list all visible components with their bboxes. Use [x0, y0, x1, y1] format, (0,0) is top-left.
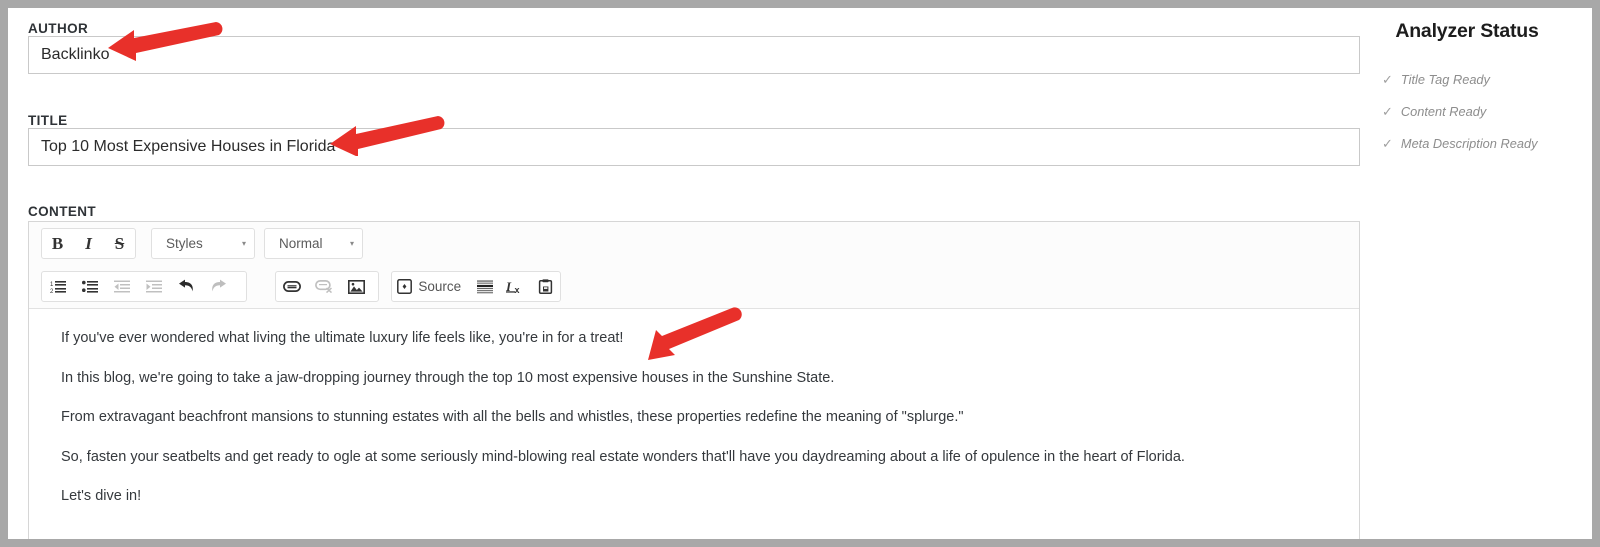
unlink-icon[interactable]	[308, 272, 340, 301]
rich-text-editor: B I S Styles ▾ Normal	[28, 221, 1360, 539]
check-icon: ✓	[1382, 136, 1393, 152]
editor-paragraph: From extravagant beachfront mansions to …	[29, 407, 1359, 447]
bulleted-list-icon[interactable]	[74, 272, 106, 301]
content-field-label: CONTENT	[28, 204, 96, 219]
check-icon: ✓	[1382, 104, 1393, 120]
page-root: AUTHOR Backlinko TITLE Top 10 Most Expen…	[8, 8, 1592, 539]
source-button-label[interactable]: Source	[416, 279, 470, 294]
status-item-label: Title Tag Ready	[1401, 72, 1490, 87]
editor-paragraph: Let's dive in!	[29, 486, 1359, 526]
styles-dropdown[interactable]: Styles ▾	[151, 228, 255, 259]
justify-icon[interactable]	[470, 272, 500, 301]
editor-content-body[interactable]: If you've ever wondered what living the …	[29, 310, 1359, 539]
bold-icon: B	[52, 234, 63, 254]
status-item-title-tag: ✓ Title Tag Ready	[1382, 72, 1490, 88]
text-format-button-group: B I S	[41, 228, 136, 259]
author-input[interactable]: Backlinko	[28, 36, 1360, 74]
source-tools-group: Source	[391, 271, 561, 302]
styles-dropdown-label: Styles	[166, 236, 203, 251]
title-field-label: TITLE	[28, 113, 68, 128]
increase-indent-icon[interactable]	[138, 272, 170, 301]
chevron-down-icon: ▾	[334, 240, 354, 248]
editor-toolbar-row-2: 1 2	[29, 265, 1359, 309]
italic-icon: I	[85, 234, 92, 254]
image-icon[interactable]	[340, 272, 372, 301]
italic-button[interactable]: I	[73, 229, 104, 258]
list-indent-history-group: 1 2	[41, 271, 247, 302]
screenshot-frame: AUTHOR Backlinko TITLE Top 10 Most Expen…	[0, 0, 1600, 547]
content-form-column: AUTHOR Backlinko TITLE Top 10 Most Expen…	[20, 8, 1360, 539]
editor-toolbar-row-1: B I S Styles ▾ Normal	[29, 222, 1359, 265]
strikethrough-icon: S	[115, 234, 124, 254]
undo-icon[interactable]	[170, 272, 202, 301]
editor-paragraph: So, fasten your seatbelts and get ready …	[29, 447, 1359, 487]
redo-icon[interactable]	[202, 272, 234, 301]
numbered-list-icon[interactable]: 1 2	[42, 272, 74, 301]
chevron-down-icon: ▾	[226, 240, 246, 248]
strikethrough-button[interactable]: S	[104, 229, 135, 258]
status-item-label: Meta Description Ready	[1401, 136, 1538, 151]
author-field-label: AUTHOR	[28, 21, 88, 36]
svg-text:x: x	[515, 285, 520, 294]
svg-text:1: 1	[50, 282, 54, 288]
link-icon[interactable]	[276, 272, 308, 301]
editor-paragraph: In this blog, we're going to take a jaw-…	[29, 368, 1359, 408]
status-item-content: ✓ Content Ready	[1382, 104, 1486, 120]
source-icon[interactable]	[392, 272, 416, 301]
analyzer-status-panel: Analyzer Status ✓ Title Tag Ready ✓ Cont…	[1372, 8, 1592, 539]
svg-text:2: 2	[50, 289, 54, 294]
paragraph-format-label: Normal	[279, 236, 323, 251]
check-icon: ✓	[1382, 72, 1393, 88]
bold-button[interactable]: B	[42, 229, 73, 258]
insert-button-group	[275, 271, 379, 302]
paragraph-format-dropdown[interactable]: Normal ▾	[264, 228, 363, 259]
status-item-label: Content Ready	[1401, 104, 1486, 119]
editor-paragraph: If you've ever wondered what living the …	[29, 328, 1359, 368]
remove-format-icon[interactable]: I x	[500, 272, 530, 301]
title-input[interactable]: Top 10 Most Expensive Houses in Florida	[28, 128, 1360, 166]
paste-icon[interactable]	[530, 272, 560, 301]
status-item-meta-description: ✓ Meta Description Ready	[1382, 136, 1537, 152]
analyzer-status-title: Analyzer Status	[1372, 20, 1562, 43]
decrease-indent-icon[interactable]	[106, 272, 138, 301]
